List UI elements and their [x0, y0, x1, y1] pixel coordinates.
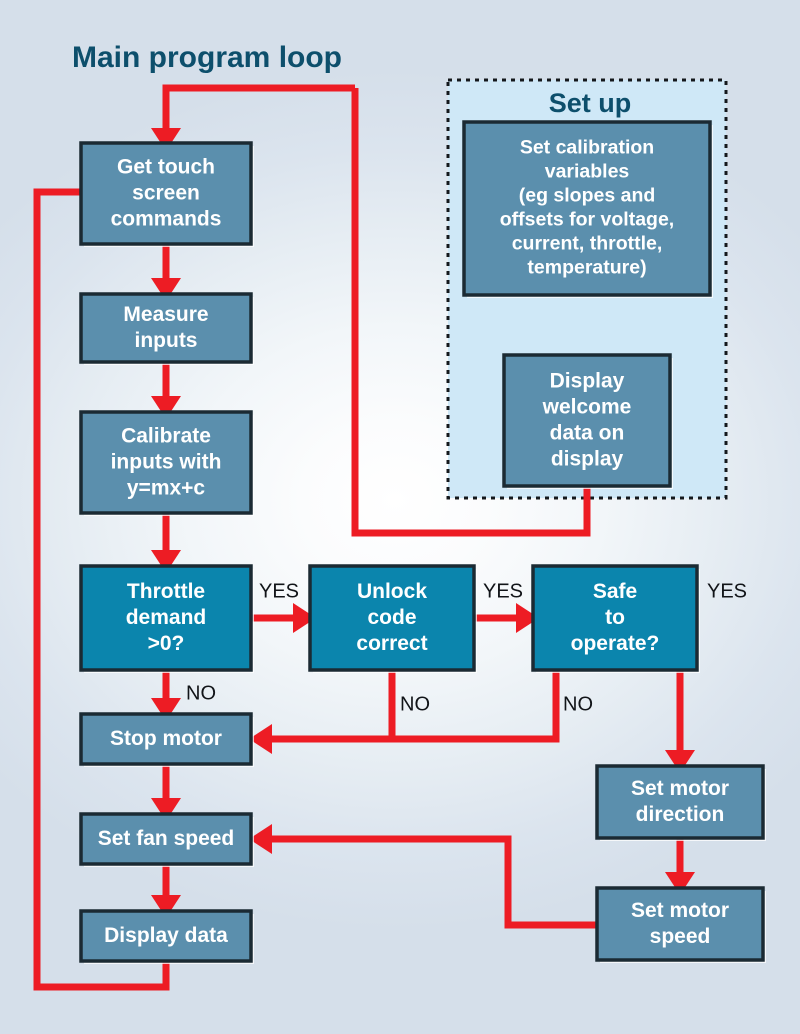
node-set-fan-speed[interactable]: Set fan speed — [79, 812, 254, 867]
setup-panel-title: Set up — [549, 88, 632, 118]
edge-label-yes-unlock: YES — [483, 580, 523, 602]
connector-motor-speed-to-fan — [270, 835, 597, 929]
connector-unlock-no — [270, 670, 396, 743]
node-label: Stop motor — [110, 727, 222, 750]
edge-label-no-safe: NO — [563, 693, 593, 715]
node-throttle-demand[interactable]: Throttle demand >0? — [79, 564, 254, 673]
node-set-calibration-variables[interactable]: Set calibration variables (eg slopes and of… — [462, 120, 713, 298]
node-safe-to-operate[interactable]: Safe to operate? — [531, 564, 700, 673]
edge-label-yes-safe: YES — [707, 580, 747, 602]
flowchart-canvas: Set up Set calibration variables (eg slo… — [0, 0, 800, 1034]
edge-label-no-throttle: NO — [186, 682, 216, 704]
node-display-data[interactable]: Display data — [79, 909, 254, 964]
edge-label-no-unlock: NO — [400, 693, 430, 715]
node-get-touch-screen-commands[interactable]: Get touch screen commands — [79, 141, 254, 247]
node-label: Display data — [104, 924, 228, 947]
node-label: Set fan speed — [98, 827, 235, 850]
node-stop-motor[interactable]: Stop motor — [79, 712, 254, 767]
node-set-motor-direction[interactable]: Set motor direction — [595, 764, 766, 841]
node-calibrate-inputs[interactable]: Calibrate inputs with y=mx+c — [79, 410, 254, 516]
node-measure-inputs[interactable]: Measure inputs — [79, 292, 254, 365]
node-set-motor-speed[interactable]: Set motor speed — [595, 886, 766, 963]
edge-label-yes-throttle: YES — [259, 580, 299, 602]
page-title: Main program loop — [72, 41, 342, 74]
flowchart-svg: Set up Set calibration variables (eg slo… — [33, 41, 766, 991]
connector-setup-to-top-loop — [162, 84, 355, 131]
node-unlock-code-correct[interactable]: Unlock code correct — [308, 564, 477, 673]
node-display-welcome-data[interactable]: Display welcome data on display — [502, 353, 673, 489]
node-label: Calibrate inputs with y=mx+c — [111, 424, 222, 499]
